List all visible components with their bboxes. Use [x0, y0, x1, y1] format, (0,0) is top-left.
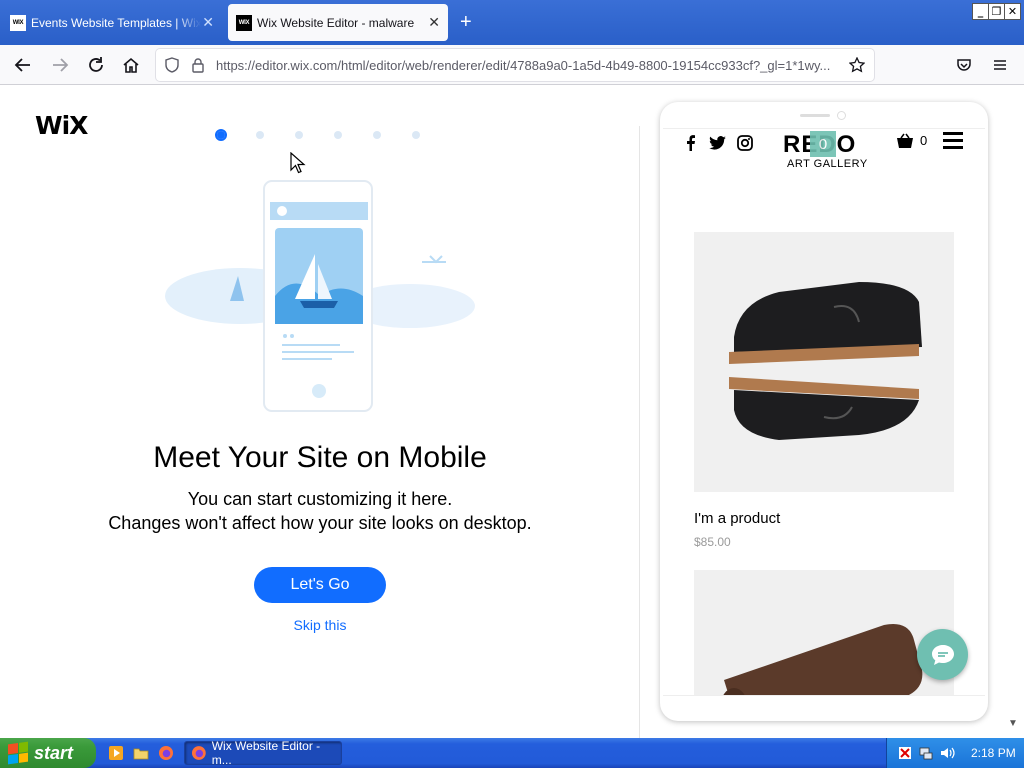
site-menu-icon[interactable] [943, 132, 963, 153]
url-text[interactable]: https://editor.wix.com/html/editor/web/r… [216, 58, 841, 73]
skip-link[interactable]: Skip this [0, 617, 640, 633]
tab-strip: WIX Events Website Templates | Wix.com ✕… [0, 0, 1024, 45]
onboarding-subtitle: You can start customizing it here. [187, 489, 453, 509]
phone-camera [837, 111, 846, 120]
twitter-icon[interactable] [709, 136, 726, 150]
leather-roll-image [723, 624, 923, 695]
home-icon [123, 57, 139, 73]
boots-image [729, 282, 922, 440]
volume-icon[interactable] [939, 745, 955, 761]
wix-favicon-icon: WIX [236, 14, 252, 31]
step-indicator [215, 129, 449, 141]
network-icon[interactable] [918, 745, 934, 761]
step-dot-active[interactable] [215, 129, 227, 141]
tab-title: Events Website Templates | Wix.com [31, 15, 201, 30]
taskbar-item-firefox[interactable]: Wix Website Editor - m... [184, 739, 342, 767]
media-player-icon[interactable] [108, 745, 124, 761]
element-badge[interactable]: 0 [810, 131, 836, 157]
pocket-button[interactable] [952, 53, 976, 77]
text-line [282, 351, 354, 353]
lets-go-button[interactable]: Let's Go [254, 567, 386, 603]
mobile-site-preview[interactable]: REDO 0 ART GALLERY 0 I'm a product $85.0… [663, 128, 985, 696]
phone-speaker [800, 114, 830, 117]
reload-button[interactable] [84, 53, 108, 77]
back-arrow-icon [14, 58, 30, 72]
reload-icon [89, 57, 103, 72]
close-tab-icon[interactable]: ✕ [202, 14, 214, 31]
hamburger-menu-icon [994, 60, 1006, 70]
security-alert-icon[interactable] [897, 745, 913, 761]
close-window-button[interactable]: ✕ [1004, 3, 1021, 20]
text-line [282, 358, 332, 360]
forward-arrow-icon [53, 58, 69, 72]
url-bar[interactable]: https://editor.wix.com/html/editor/web/r… [156, 49, 874, 81]
instagram-icon[interactable] [737, 135, 753, 151]
start-button[interactable]: start [0, 738, 96, 768]
windows-flag-icon [8, 741, 28, 765]
text-line [282, 344, 340, 346]
back-button[interactable] [11, 53, 35, 77]
phone-home-button [312, 384, 326, 398]
panel-divider [639, 126, 640, 738]
minimize-button[interactable]: _ [972, 3, 989, 20]
onboarding-subtitle: Changes won't affect how your site looks… [108, 513, 532, 533]
restore-button[interactable]: ❐ [988, 3, 1005, 20]
sailboat-hull-icon [300, 301, 338, 308]
pocket-icon [957, 59, 971, 71]
tab-title: Wix Website Editor - malware [257, 15, 415, 30]
new-tab-button[interactable]: + [460, 10, 472, 34]
site-tagline: ART GALLERY [787, 158, 868, 170]
tab-events-templates[interactable]: WIX Events Website Templates | Wix.com ✕ [4, 4, 222, 41]
step-dot[interactable] [371, 129, 383, 141]
phone-avatar-dot [277, 206, 287, 216]
navigation-toolbar: https://editor.wix.com/html/editor/web/r… [0, 45, 1024, 85]
product-image[interactable] [694, 570, 954, 695]
forward-button[interactable] [48, 53, 72, 77]
scroll-down-arrow-icon[interactable]: ▼ [1008, 718, 1018, 729]
product-price: $85.00 [694, 535, 731, 549]
home-button[interactable] [119, 53, 143, 77]
system-tray: 2:18 PM [886, 738, 1024, 768]
chat-bubble-icon [931, 644, 954, 665]
windows-taskbar: start Wix Website Editor - m... 2:18 PM [0, 738, 1024, 768]
step-dot[interactable] [332, 129, 344, 141]
helicopter-icon [422, 255, 446, 264]
mobile-illustration [165, 180, 475, 412]
chat-button[interactable] [917, 629, 968, 680]
cart-count[interactable]: 0 [920, 133, 927, 148]
step-dot[interactable] [293, 129, 305, 141]
tab-wix-editor[interactable]: WIX Wix Website Editor - malware ✕ [228, 4, 448, 41]
taskbar-item-label: Wix Website Editor - m... [211, 739, 321, 767]
shield-icon[interactable] [164, 57, 180, 73]
bookmark-star-icon[interactable] [849, 57, 865, 73]
product-name[interactable]: I'm a product [694, 510, 780, 527]
mouse-cursor-icon [290, 152, 306, 174]
mobile-preview-frame: REDO 0 ART GALLERY 0 I'm a product $85.0… [660, 102, 988, 721]
step-dot[interactable] [254, 129, 266, 141]
wix-logo: WiX [35, 111, 88, 140]
start-label: start [34, 742, 74, 763]
lock-icon[interactable] [191, 57, 205, 73]
step-dot[interactable] [410, 129, 422, 141]
text-bullet [283, 334, 287, 338]
firefox-icon [191, 746, 206, 760]
firefox-icon[interactable] [158, 745, 174, 761]
text-bullet [290, 334, 294, 338]
editor-page: WiX Meet Your Site on Mobile You can sta… [0, 86, 1024, 738]
facebook-icon[interactable] [686, 135, 696, 151]
close-tab-icon[interactable]: ✕ [428, 14, 440, 31]
product-image[interactable] [694, 232, 954, 492]
taskbar-clock[interactable]: 2:18 PM [971, 746, 1016, 760]
onboarding-heading: Meet Your Site on Mobile [153, 441, 487, 474]
wix-favicon-icon: WIX [10, 14, 26, 31]
shopping-cart-icon[interactable] [896, 133, 914, 149]
folder-icon[interactable] [133, 745, 149, 761]
menu-button[interactable] [988, 53, 1012, 77]
